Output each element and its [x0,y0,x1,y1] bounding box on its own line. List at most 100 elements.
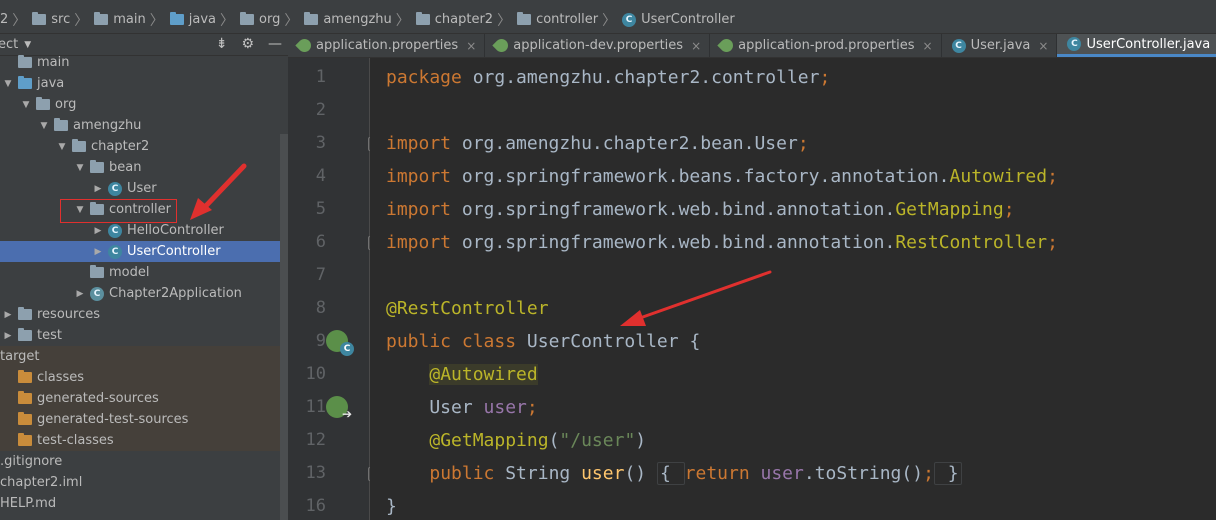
chevron-down-icon[interactable]: ▼ [24,40,31,50]
editor-tab[interactable]: application-dev.properties × [485,34,711,57]
code-line[interactable]: package org.amengzhu.chapter2.controller… [370,61,1216,94]
code-line[interactable]: User user; [370,391,1216,424]
code-line[interactable]: public class UserController { [370,325,1216,358]
tree-item[interactable]: generated-test-sources [0,409,288,430]
tree-item[interactable]: ▶ C HelloController [0,220,288,241]
autowired-navigate-gutter-icon[interactable]: ➔ [326,396,352,420]
expand-arrow-icon[interactable]: ▼ [74,163,86,173]
folder-icon [94,12,109,25]
tree-item[interactable]: ▼ amengzhu [0,115,288,136]
tree-item[interactable]: generated-sources [0,388,288,409]
breadcrumb-item-amengzhu[interactable]: amengzhu 〉 [304,10,415,30]
code-line[interactable]: import org.springframework.web.bind.anno… [370,226,1216,259]
collapse-arrow-icon[interactable]: ▶ [2,310,14,320]
editor-tab[interactable]: application-prod.properties × [710,34,942,57]
breadcrumb-item-chapter2[interactable]: chapter2 〉 [415,10,517,30]
collapse-arrow-icon[interactable]: ▶ [92,247,104,257]
code-token: ; [923,463,934,484]
package-icon [240,12,254,25]
line-number: 7 [315,265,326,285]
folder-icon [90,160,104,173]
code-line[interactable]: @GetMapping("/user") [370,424,1216,457]
tree-item[interactable]: ▼ java [0,73,288,94]
code-line[interactable]: public String user() { return user.toStr… [370,457,1216,490]
controller-highlight-box [60,199,177,223]
breadcrumb-item-org[interactable]: org 〉 [240,10,304,30]
code-token: user [483,397,527,418]
expand-arrow-icon[interactable]: ▼ [38,121,50,131]
editor-tab[interactable]: C User.java × [942,34,1058,57]
close-tab-icon[interactable]: × [466,39,476,53]
editor-tab[interactable]: CUserController.java× [1057,34,1216,57]
expand-arrow-icon[interactable]: ▼ [56,142,68,152]
expand-arrow-icon[interactable]: ▼ [2,79,14,89]
breadcrumb-item-java[interactable]: java 〉 [169,10,240,30]
collapse-arrow-icon[interactable]: ▶ [92,226,104,236]
collapse-arrow-icon[interactable]: ▶ [74,289,86,299]
chevron-right-icon: 〉 [12,12,27,29]
collapse-arrow-icon[interactable]: ▶ [2,331,14,341]
split-icon[interactable]: ⇟ [216,36,228,52]
tree-item[interactable]: ▶ test [0,325,288,346]
tree-item[interactable]: ▼ org [0,94,288,115]
package-icon [304,12,319,25]
tree-item[interactable]: ▶ C UserController [0,241,288,262]
breadcrumb-item-main[interactable]: main 〉 [94,10,169,30]
code-line[interactable]: import org.springframework.beans.factory… [370,160,1216,193]
tree-item[interactable]: chapter2.iml [0,472,288,493]
tree-item[interactable]: ▼ bean [0,157,288,178]
code-token: .toString() [803,463,924,484]
minimize-icon[interactable]: — [268,36,282,52]
code-line[interactable]: @RestController [370,292,1216,325]
editor-tab-label: UserController.java [1086,36,1211,52]
tree-item[interactable]: classes [0,367,288,388]
tree-item[interactable]: ▶ C Chapter2Application [0,283,288,304]
folder-icon [54,118,68,131]
code-token: org.springframework.beans.factory.annota… [461,166,950,187]
breadcrumb-item-controller[interactable]: controller 〉 [517,10,622,30]
class-icon: C [108,244,122,259]
code-token: org.amengzhu.chapter2.controller [472,67,820,88]
tree-item[interactable]: test-classes [0,430,288,451]
code-token: } [933,462,962,485]
collapse-arrow-icon[interactable]: ▶ [92,184,104,194]
expand-arrow-icon[interactable]: ▼ [20,100,32,110]
tree-scrollbar[interactable] [280,134,288,520]
editor-tab[interactable]: application.properties × [288,34,486,57]
spring-bean-gutter-icon[interactable]: C [326,330,354,356]
tree-item[interactable]: model [0,262,288,283]
code-line[interactable]: @Autowired [370,358,1216,391]
tree-item[interactable]: target [0,346,288,367]
tree-item-label: classes [37,370,85,385]
project-panel: ect ▼ ⇟ ⚙ — main ▼ java ▼ org ▼ amengzhu ▼ chapt… [0,34,288,520]
tree-item[interactable]: ▼ chapter2 [0,136,288,157]
code-token: () [624,463,657,484]
editor-tabs: application.properties × application-dev.p… [288,34,1216,58]
code-line[interactable] [370,94,1216,127]
tree-item[interactable]: .gitignore [0,451,288,472]
breadcrumb-item-usercontroller[interactable]: C UserController [622,12,735,27]
code-editor[interactable]: package org.amengzhu.chapter2.controller… [370,58,1216,520]
tree-item[interactable]: ▶ resources [0,304,288,325]
breadcrumb-item-root[interactable]: 2 〉 [0,10,32,30]
chevron-right-icon: 〉 [74,12,89,29]
code-line[interactable] [370,259,1216,292]
gear-icon[interactable]: ⚙ [241,36,254,52]
tree-item[interactable]: main [0,52,288,73]
close-tab-icon[interactable]: × [1038,39,1048,53]
close-tab-icon[interactable]: × [923,39,933,53]
tree-item-label: main [37,55,70,70]
close-tab-icon[interactable]: × [691,39,701,53]
code-token: org.springframework.web.bind.annotation. [461,232,896,253]
code-line[interactable]: import org.springframework.web.bind.anno… [370,193,1216,226]
tree-item-label: org [55,97,77,112]
code-line[interactable]: } [370,490,1216,520]
line-number: 6 [315,232,326,252]
breadcrumb-item-src[interactable]: src 〉 [32,10,94,30]
code-line[interactable]: import org.amengzhu.chapter2.bean.User; [370,127,1216,160]
tree-item[interactable]: HELP.md [0,493,288,514]
project-panel-title[interactable]: ect [0,37,18,52]
folder-icon [18,76,32,89]
tree-item[interactable]: ▶ C User [0,178,288,199]
